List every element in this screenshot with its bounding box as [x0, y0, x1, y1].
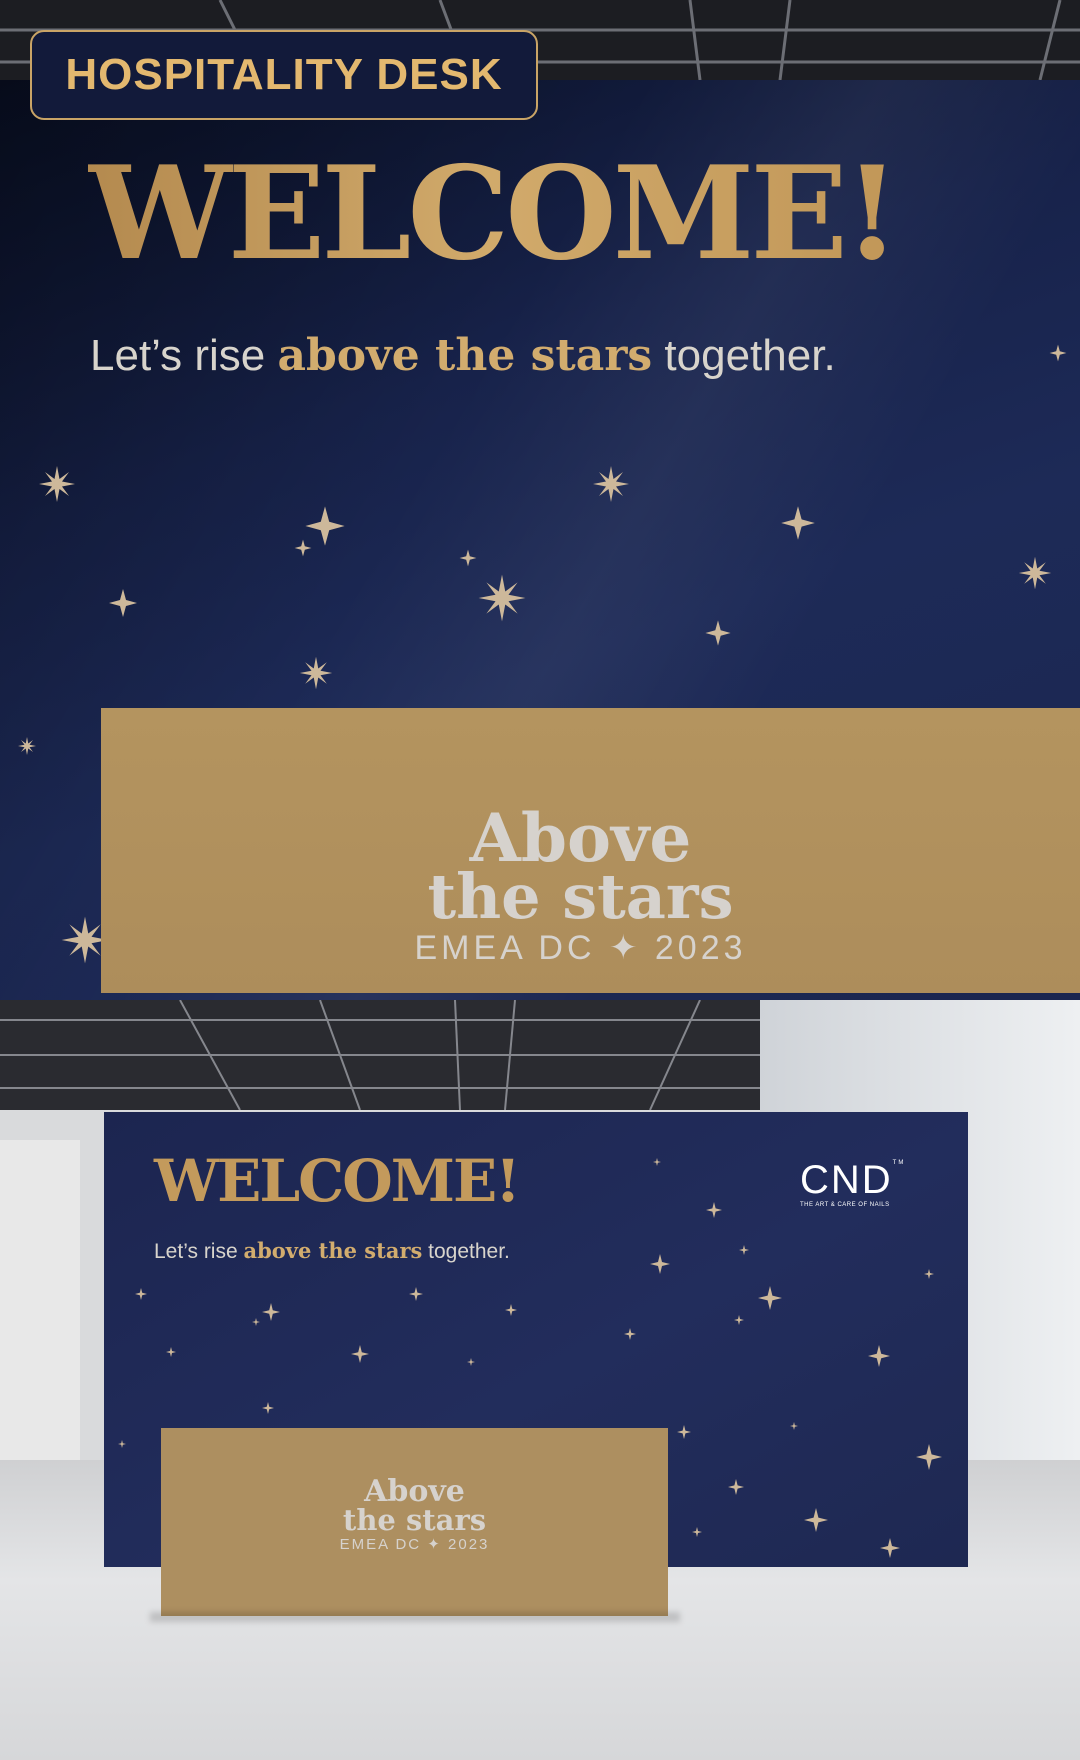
star-icon: [692, 1527, 702, 1537]
tagline: Let’s rise above the stars together.: [90, 330, 836, 381]
star-icon: [166, 1347, 176, 1357]
star-icon: [305, 506, 345, 546]
star-icon: [916, 1444, 942, 1470]
reception-desk: Above the stars EMEA DC ✦ 2023: [161, 1428, 668, 1616]
tagline-small: Let’s rise above the stars together.: [154, 1238, 510, 1264]
welcome-headline: WELCOME!: [88, 139, 900, 289]
star-icon: [790, 1422, 798, 1430]
star-icon: [653, 1158, 661, 1166]
star-icon: [781, 506, 815, 540]
cnd-wordmark: CNDTM: [800, 1160, 905, 1200]
star-icon: [804, 1508, 828, 1532]
star-icon: [109, 589, 137, 617]
hospitality-desk-badge: HOSPITALITY DESK: [30, 30, 538, 120]
cnd-logo: CNDTM THE ART & CARE OF NAILS: [800, 1160, 905, 1208]
star-icon: [924, 1269, 934, 1279]
logo-line-the-stars: the stars: [427, 860, 734, 933]
welcome-headline-small: WELCOME!: [154, 1147, 521, 1215]
star-icon: [459, 549, 477, 567]
tagline-post: together.: [422, 1240, 510, 1263]
reception-desk: Above the stars EMEA DC ✦ 2023: [101, 708, 1080, 993]
star-icon: [409, 1287, 423, 1301]
star-icon: [624, 1328, 636, 1340]
star-icon: [39, 466, 75, 502]
star-icon: [18, 737, 36, 755]
star-icon: [650, 1254, 670, 1274]
star-icon: [734, 1315, 744, 1325]
logo-line-above: Above: [469, 799, 692, 877]
star-icon: [880, 1538, 900, 1558]
star-icon: [478, 574, 526, 622]
star-icon: [118, 1440, 126, 1448]
star-icon: [467, 1358, 475, 1366]
star-icon: [1049, 344, 1067, 362]
star-icon: [135, 1288, 147, 1300]
cnd-subline: THE ART & CARE OF NAILS: [800, 1202, 890, 1208]
above-the-stars-logo: Above the stars EMEA DC ✦ 2023: [101, 805, 1080, 970]
star-icon: [677, 1425, 691, 1439]
pillar: [0, 1140, 80, 1480]
star-icon: [351, 1345, 369, 1363]
star-icon: [299, 656, 333, 690]
star-icon: [706, 1202, 722, 1218]
cnd-letters: CND: [800, 1158, 893, 1202]
tagline-pre: Let’s rise: [154, 1240, 244, 1263]
tagline-pre: Let’s rise: [90, 331, 278, 380]
venue-overview-panel: WELCOME! Let’s rise above the stars toge…: [0, 1000, 1080, 1760]
logo-line-event: EMEA DC ✦ 2023: [339, 1536, 490, 1553]
star-icon: [505, 1304, 517, 1316]
desk-shadow: [150, 1612, 680, 1622]
above-the-stars-logo: Above the stars EMEA DC ✦ 2023: [161, 1474, 668, 1556]
star-icon: [593, 466, 629, 502]
closeup-panel: HOSPITALITY DESK WELCOME! Let’s rise abo…: [0, 0, 1080, 1000]
logo-line-the-stars: the stars: [342, 1503, 487, 1537]
tagline-bold: above the stars: [243, 1238, 423, 1263]
logo-line-event: EMEA DC ✦ 2023: [414, 929, 747, 967]
tagline-post: together.: [652, 331, 836, 380]
badge-label: HOSPITALITY DESK: [65, 50, 503, 99]
tagline-bold: above the stars: [277, 330, 653, 381]
trademark: TM: [892, 1160, 906, 1166]
star-icon: [728, 1479, 744, 1495]
star-icon: [262, 1303, 280, 1321]
star-icon: [739, 1245, 749, 1255]
star-icon: [705, 620, 731, 646]
star-icon: [294, 539, 312, 557]
star-icon: [758, 1286, 782, 1310]
star-icon: [868, 1345, 890, 1367]
logo-line-above: Above: [364, 1474, 465, 1509]
star-icon: [1018, 556, 1052, 590]
star-icon: [262, 1402, 274, 1414]
star-icon: [252, 1318, 260, 1326]
